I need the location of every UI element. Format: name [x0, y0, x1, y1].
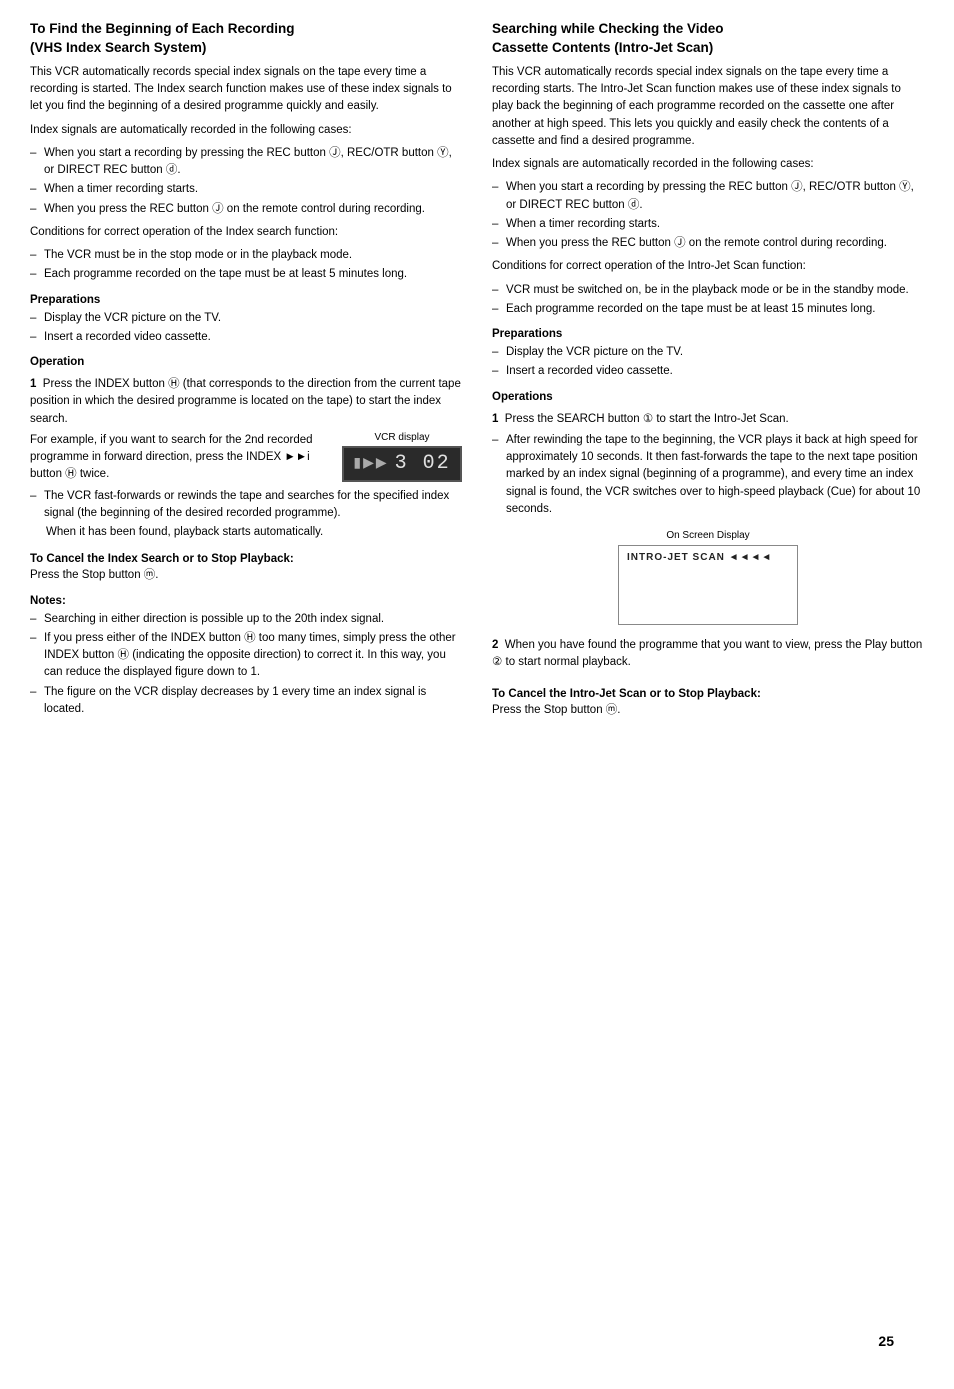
right-step1-num: 1 [492, 413, 498, 425]
left-intro: This VCR automatically records special i… [30, 64, 462, 116]
list-item: Each programme recorded on the tape must… [492, 301, 924, 318]
list-item: Searching in either direction is possibl… [30, 611, 462, 628]
notes-block: Notes: Searching in either direction is … [30, 595, 462, 719]
osd-label: On Screen Display [666, 530, 749, 541]
step1-sub: The VCR fast-forwards or rewinds the tap… [30, 488, 462, 523]
notes-title: Notes: [30, 595, 462, 607]
right-cancel-text: Press the Stop button ⓜ. [492, 702, 924, 719]
step1-with-image: For example, if you want to search for t… [30, 432, 462, 484]
list-item: Insert a recorded video cassette. [492, 363, 924, 380]
list-item: When a timer recording starts. [30, 181, 462, 198]
vcr-display: ▮▶▶ 3 02 [342, 446, 462, 482]
page-container: To Find the Beginning of Each Recording … [30, 20, 924, 725]
list-item: Insert a recorded video cassette. [30, 329, 462, 346]
list-item: If you press either of the INDEX button … [30, 630, 462, 682]
notes-list: Searching in either direction is possibl… [30, 611, 462, 719]
cancel-section: To Cancel the Index Search or to Stop Pl… [30, 553, 462, 584]
right-title: Searching while Checking the Video Casse… [492, 20, 924, 58]
cancel-text: Press the Stop button ⓜ. [30, 567, 462, 584]
right-step2-line: 2 When you have found the programme that… [492, 637, 924, 672]
step1-line: 1 Press the INDEX button Ⓗ (that corresp… [30, 376, 462, 428]
right-step1-line: 1 Press the SEARCH button ① to start the… [492, 411, 924, 428]
step1-text: Press the INDEX button Ⓗ (that correspon… [30, 378, 461, 425]
list-item: The VCR must be in the stop mode or in t… [30, 247, 462, 264]
left-conditions-intro: Conditions for correct operation of the … [30, 224, 462, 241]
osd-text: INTRO-JET SCAN ◄◄◄◄ [627, 552, 772, 563]
right-when-label: Index signals are automatically recorded… [492, 156, 924, 173]
vcr-display-inner: ▮▶▶ 3 02 [353, 452, 450, 475]
right-conditions-list: VCR must be switched on, be in the playb… [492, 282, 924, 319]
osd-area: On Screen Display INTRO-JET SCAN ◄◄◄◄ [492, 530, 924, 625]
right-conditions-intro: Conditions for correct operation of the … [492, 258, 924, 275]
page-number: 25 [878, 1333, 894, 1349]
list-item: When a timer recording starts. [492, 216, 924, 233]
vcr-display-area: VCR display ▮▶▶ 3 02 [342, 432, 462, 484]
right-preparations-title: Preparations [492, 328, 924, 340]
list-item: Display the VCR picture on the TV. [30, 310, 462, 327]
left-preparations-title: Preparations [30, 294, 462, 306]
list-item: VCR must be switched on, be in the playb… [492, 282, 924, 299]
cancel-title: To Cancel the Index Search or to Stop Pl… [30, 553, 462, 565]
vcr-icon: ▮▶▶ [353, 455, 388, 472]
right-step2-num: 2 [492, 639, 498, 651]
step1-sub2: When it has been found, playback starts … [30, 524, 462, 541]
right-column: Searching while Checking the Video Casse… [492, 20, 924, 725]
right-when-list: When you start a recording by pressing t… [492, 179, 924, 252]
left-when-list: When you start a recording by pressing t… [30, 145, 462, 218]
vcr-num-2: 02 [423, 452, 451, 475]
left-column: To Find the Beginning of Each Recording … [30, 20, 462, 725]
right-operations-title: Operations [492, 391, 924, 403]
list-item: When you start a recording by pressing t… [30, 145, 462, 180]
list-item: When you press the REC button Ⓙ on the r… [30, 201, 462, 218]
right-preparations-list: Display the VCR picture on the TV. Inser… [492, 344, 924, 381]
right-cancel-section: To Cancel the Intro-Jet Scan or to Stop … [492, 688, 924, 719]
right-cancel-title: To Cancel the Intro-Jet Scan or to Stop … [492, 688, 924, 700]
page-wrapper: To Find the Beginning of Each Recording … [30, 20, 924, 1369]
left-when-label: Index signals are automatically recorded… [30, 122, 462, 139]
left-title: To Find the Beginning of Each Recording … [30, 20, 462, 58]
right-intro: This VCR automatically records special i… [492, 64, 924, 150]
right-step2-text: When you have found the programme that y… [492, 639, 922, 668]
list-item: Display the VCR picture on the TV. [492, 344, 924, 361]
vcr-num-1: 3 [395, 452, 409, 475]
osd-box: INTRO-JET SCAN ◄◄◄◄ [618, 545, 798, 625]
list-item: The figure on the VCR display decreases … [30, 684, 462, 719]
right-step1-text: Press the SEARCH button ① to start the I… [505, 413, 789, 425]
right-step1-sub: After rewinding the tape to the beginnin… [492, 432, 924, 518]
list-item: Each programme recorded on the tape must… [30, 266, 462, 283]
vcr-label: VCR display [374, 432, 429, 443]
right-step2-block: 2 When you have found the programme that… [492, 637, 924, 672]
step1-example: For example, if you want to search for t… [30, 432, 330, 484]
step1-num: 1 [30, 378, 36, 390]
left-operation-block: 1 Press the INDEX button Ⓗ (that corresp… [30, 376, 462, 541]
list-item: When you start a recording by pressing t… [492, 179, 924, 214]
left-preparations-list: Display the VCR picture on the TV. Inser… [30, 310, 462, 347]
right-operation-block: 1 Press the SEARCH button ① to start the… [492, 411, 924, 519]
left-conditions-list: The VCR must be in the stop mode or in t… [30, 247, 462, 284]
list-item: When you press the REC button Ⓙ on the r… [492, 235, 924, 252]
left-operation-title: Operation [30, 356, 462, 368]
